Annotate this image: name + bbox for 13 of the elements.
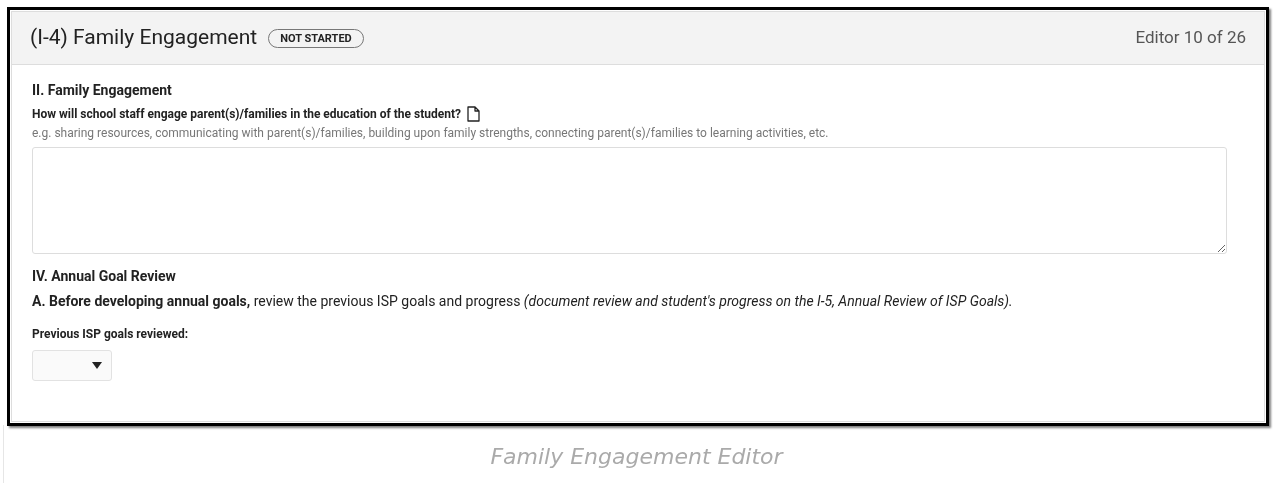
- field-label: Previous ISP goals reviewed:: [32, 326, 190, 343]
- hint-text: e.g. sharing resources, communicating with parent(s)/families, building upon family strengths, connecting parent(s)/families to learning activities, etc.: [32, 125, 830, 142]
- editor-counter: Editor 10 of 26: [1135, 26, 1246, 50]
- caret-icon: [92, 362, 102, 369]
- dropdown[interactable]: [32, 350, 112, 381]
- question-label: How will school staff engage parent(s)/families in the education of the student?: [32, 106, 461, 123]
- section-heading: IV. Annual Goal Review: [32, 267, 177, 285]
- document-icon[interactable]: [466, 106, 480, 122]
- editor-title: (I-4) Family Engagement: [30, 24, 258, 52]
- section-heading: II. Family Engagement: [32, 81, 173, 99]
- figure-caption: Family Engagement Editor: [489, 443, 785, 471]
- instruction-text: A. Before developing annual goals, review the previous ISP goals and progress (document review and student's progress on the I-5, Annual Review of ISP Goals).: [32, 292, 1014, 310]
- answer-box[interactable]: [32, 147, 1227, 254]
